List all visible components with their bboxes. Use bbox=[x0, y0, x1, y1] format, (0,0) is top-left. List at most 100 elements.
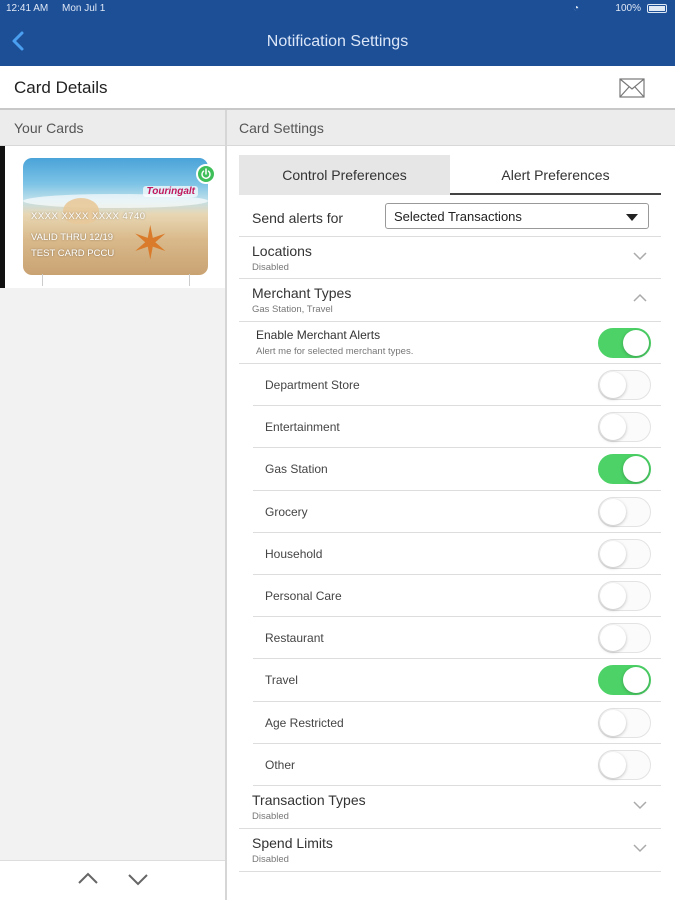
locations-section[interactable]: Locations Disabled bbox=[239, 237, 661, 279]
enable-merchant-alerts-row: Enable Merchant Alerts Alert me for sele… bbox=[239, 322, 661, 364]
locations-title: Locations bbox=[252, 243, 312, 259]
transaction-types-title: Transaction Types bbox=[252, 792, 366, 808]
merchant-type-list: Department Store Entertainment Gas Station… bbox=[253, 364, 661, 786]
merchant-type-toggle[interactable] bbox=[598, 580, 651, 611]
merchant-type-row: Restaurant bbox=[253, 617, 661, 660]
status-bar: 12:41 AM Mon Jul 1 ◔ 100% bbox=[0, 0, 675, 18]
status-date: Mon Jul 1 bbox=[62, 3, 106, 14]
spend-limits-status: Disabled bbox=[252, 854, 289, 865]
merchant-type-toggle[interactable] bbox=[598, 749, 651, 780]
tab-control-preferences[interactable]: Control Preferences bbox=[239, 155, 450, 195]
card-settings-panel: Card Settings Control Preferences Alert … bbox=[227, 110, 675, 900]
merchant-type-label: Other bbox=[265, 757, 296, 772]
merchant-type-row: Age Restricted bbox=[253, 702, 661, 744]
toggle-knob bbox=[600, 709, 626, 736]
send-alerts-select[interactable]: Selected Transactions bbox=[385, 203, 649, 229]
page-title: Notification Settings bbox=[266, 33, 409, 50]
merchant-type-toggle[interactable] bbox=[598, 665, 651, 696]
status-time: 12:41 AM bbox=[6, 3, 49, 14]
merchant-type-row: Grocery bbox=[253, 491, 661, 533]
card-list-item[interactable]: ✶ Touringalt XXXX XXXX XXXX 4740 VALID T… bbox=[0, 146, 225, 288]
chevron-down-icon bbox=[633, 801, 647, 810]
merchant-type-row: Entertainment bbox=[253, 406, 661, 449]
merchant-type-toggle[interactable] bbox=[598, 707, 651, 738]
previous-card-button[interactable] bbox=[77, 871, 99, 885]
send-alerts-label: Send alerts for bbox=[252, 210, 344, 226]
merchant-type-row: Department Store bbox=[253, 364, 661, 407]
card-holder-name: TEST CARD PCCU bbox=[31, 248, 115, 259]
merchant-type-row: Household bbox=[253, 533, 661, 575]
merchant-type-toggle[interactable] bbox=[598, 454, 651, 485]
toggle-knob bbox=[623, 456, 649, 483]
toggle-knob bbox=[600, 372, 626, 398]
merchant-type-label: Age Restricted bbox=[265, 715, 344, 730]
card-power-button[interactable] bbox=[196, 164, 216, 184]
wifi-icon: ◔ bbox=[572, 3, 579, 14]
merchant-type-toggle[interactable] bbox=[598, 370, 651, 400]
card-stack-edge bbox=[42, 274, 190, 286]
enable-merchant-alerts-toggle[interactable] bbox=[598, 328, 651, 358]
next-card-button[interactable] bbox=[127, 873, 149, 887]
transaction-types-status: Disabled bbox=[252, 811, 289, 822]
preferences-tabs: Control Preferences Alert Preferences bbox=[239, 155, 661, 195]
enable-merchant-alerts-label: Enable Merchant Alerts bbox=[256, 328, 381, 342]
enable-merchant-alerts-description: Alert me for selected merchant types. bbox=[256, 346, 414, 357]
toggle-knob bbox=[600, 498, 626, 525]
merchant-type-row: Personal Care bbox=[253, 575, 661, 618]
locations-status: Disabled bbox=[252, 262, 289, 273]
merchant-type-toggle[interactable] bbox=[598, 496, 651, 527]
spend-limits-section[interactable]: Spend Limits Disabled bbox=[239, 829, 661, 872]
merchant-type-toggle[interactable] bbox=[598, 538, 651, 569]
merchant-type-label: Grocery bbox=[265, 504, 308, 519]
spend-limits-title: Spend Limits bbox=[252, 835, 333, 851]
card-image[interactable]: ✶ Touringalt XXXX XXXX XXXX 4740 VALID T… bbox=[23, 158, 208, 275]
card-pager bbox=[0, 860, 225, 900]
mail-button[interactable] bbox=[619, 78, 645, 98]
toggle-knob bbox=[600, 751, 626, 778]
merchant-type-toggle[interactable] bbox=[598, 623, 651, 654]
your-cards-header: Your Cards bbox=[0, 110, 225, 146]
merchant-type-label: Entertainment bbox=[265, 420, 340, 435]
dropdown-caret-icon bbox=[626, 214, 638, 221]
merchant-type-row: Other bbox=[253, 744, 661, 786]
toggle-knob bbox=[600, 414, 626, 441]
merchant-type-label: Personal Care bbox=[265, 588, 342, 603]
mail-icon bbox=[619, 78, 645, 98]
card-settings-header: Card Settings bbox=[227, 110, 675, 146]
transaction-types-section[interactable]: Transaction Types Disabled bbox=[239, 786, 661, 829]
merchant-type-label: Gas Station bbox=[265, 462, 328, 477]
tab-alert-preferences[interactable]: Alert Preferences bbox=[450, 155, 661, 195]
merchant-types-title: Merchant Types bbox=[252, 285, 352, 301]
card-valid-thru: VALID THRU 12/19 bbox=[31, 232, 114, 243]
merchant-type-label: Department Store bbox=[265, 378, 360, 392]
merchant-type-label: Household bbox=[265, 546, 323, 561]
merchant-type-row: Gas Station bbox=[253, 448, 661, 491]
nav-bar: Notification Settings bbox=[0, 18, 675, 66]
send-alerts-value: Selected Transactions bbox=[394, 209, 522, 224]
toggle-knob bbox=[600, 625, 626, 652]
power-icon bbox=[201, 168, 211, 180]
merchant-types-summary: Gas Station, Travel bbox=[252, 304, 333, 315]
your-cards-panel: Your Cards ✶ Touringalt XXXX XXXX XXXX 4… bbox=[0, 110, 227, 900]
merchant-type-row: Travel bbox=[253, 659, 661, 702]
send-alerts-row: Send alerts for Selected Transactions bbox=[239, 197, 661, 237]
chevron-up-icon bbox=[633, 293, 647, 302]
chevron-up-icon bbox=[78, 872, 98, 884]
battery-percent: 100% bbox=[615, 3, 641, 14]
chevron-down-icon bbox=[633, 844, 647, 853]
merchant-type-label: Restaurant bbox=[265, 631, 324, 646]
battery-icon bbox=[647, 4, 667, 13]
merchant-type-toggle[interactable] bbox=[598, 412, 651, 443]
toggle-knob bbox=[623, 330, 649, 356]
chevron-down-icon bbox=[128, 874, 148, 886]
chevron-down-icon bbox=[633, 252, 647, 261]
card-brand-logo: Touringalt bbox=[143, 186, 198, 197]
card-number: XXXX XXXX XXXX 4740 bbox=[31, 211, 146, 222]
merchant-types-section[interactable]: Merchant Types Gas Station, Travel bbox=[239, 279, 661, 322]
toggle-knob bbox=[600, 582, 626, 609]
merchant-type-label: Travel bbox=[265, 673, 298, 688]
card-details-title: Card Details bbox=[14, 78, 108, 97]
toggle-knob bbox=[623, 667, 649, 694]
toggle-knob bbox=[600, 540, 626, 567]
card-details-header: Card Details bbox=[0, 66, 675, 110]
